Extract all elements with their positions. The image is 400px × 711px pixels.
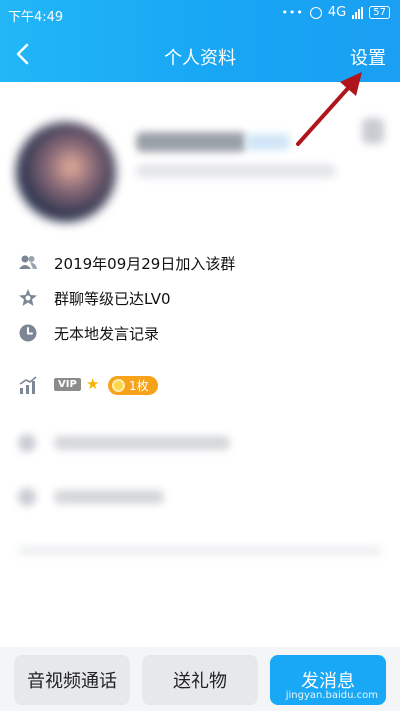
network-type: 4G: [327, 5, 347, 20]
send-message-button[interactable]: 发消息 jingyan.baidu.com: [270, 655, 386, 705]
blurred-row[interactable]: [0, 420, 400, 464]
avatar[interactable]: [16, 122, 116, 222]
send-gift-button[interactable]: 送礼物: [142, 655, 258, 705]
info-row-history: 无本地发言记录: [0, 315, 400, 349]
video-call-button[interactable]: 音视频通话: [14, 655, 130, 705]
level-text: 群聊等级已达LV0: [54, 290, 171, 308]
alarm-icon: [309, 6, 322, 19]
watermark: jingyan.baidu.com: [285, 690, 378, 701]
coin-icon: [112, 379, 125, 392]
growth-chart-icon: [19, 376, 37, 394]
blurred-row: [0, 528, 400, 572]
clock-icon: [19, 324, 37, 342]
star-level-icon: [19, 289, 37, 306]
header: 下午4:49 ••• 4G 57 个人资料 设置: [0, 0, 400, 82]
status-time: 下午4:49: [8, 10, 64, 25]
history-text: 无本地发言记录: [54, 325, 160, 343]
battery-icon: 57: [369, 6, 390, 19]
subtitle-blur: [136, 164, 336, 178]
coin-count: 1枚: [129, 379, 149, 393]
status-bar: 下午4:49 ••• 4G 57: [0, 0, 400, 28]
coin-badge: 1枚: [108, 376, 158, 395]
page-title: 个人资料: [164, 48, 236, 69]
bottom-bar: 音视频通话 送礼物 发消息 jingyan.baidu.com: [0, 647, 400, 711]
nickname-blur: [136, 132, 246, 152]
nickname-tag-blur: [246, 134, 290, 150]
more-dots-icon: •••: [281, 6, 304, 19]
blurred-row[interactable]: [0, 474, 400, 518]
profile-card[interactable]: [0, 82, 400, 232]
signal-icon: [352, 6, 364, 19]
star-icon: ★: [86, 375, 100, 393]
nav-bar: 个人资料 设置: [0, 28, 400, 82]
settings-button[interactable]: 设置: [350, 44, 386, 70]
vip-row[interactable]: VIP ★ 1枚: [0, 368, 400, 402]
group-icon: [19, 255, 37, 269]
info-row-level: 群聊等级已达LV0: [0, 280, 400, 314]
join-date-text: 2019年09月29日加入该群: [54, 255, 236, 273]
info-row-join-date: 2019年09月29日加入该群: [0, 245, 400, 279]
vip-tag: VIP: [54, 378, 81, 391]
status-icons: ••• 4G 57: [281, 5, 390, 20]
edge-blur: [362, 118, 384, 144]
